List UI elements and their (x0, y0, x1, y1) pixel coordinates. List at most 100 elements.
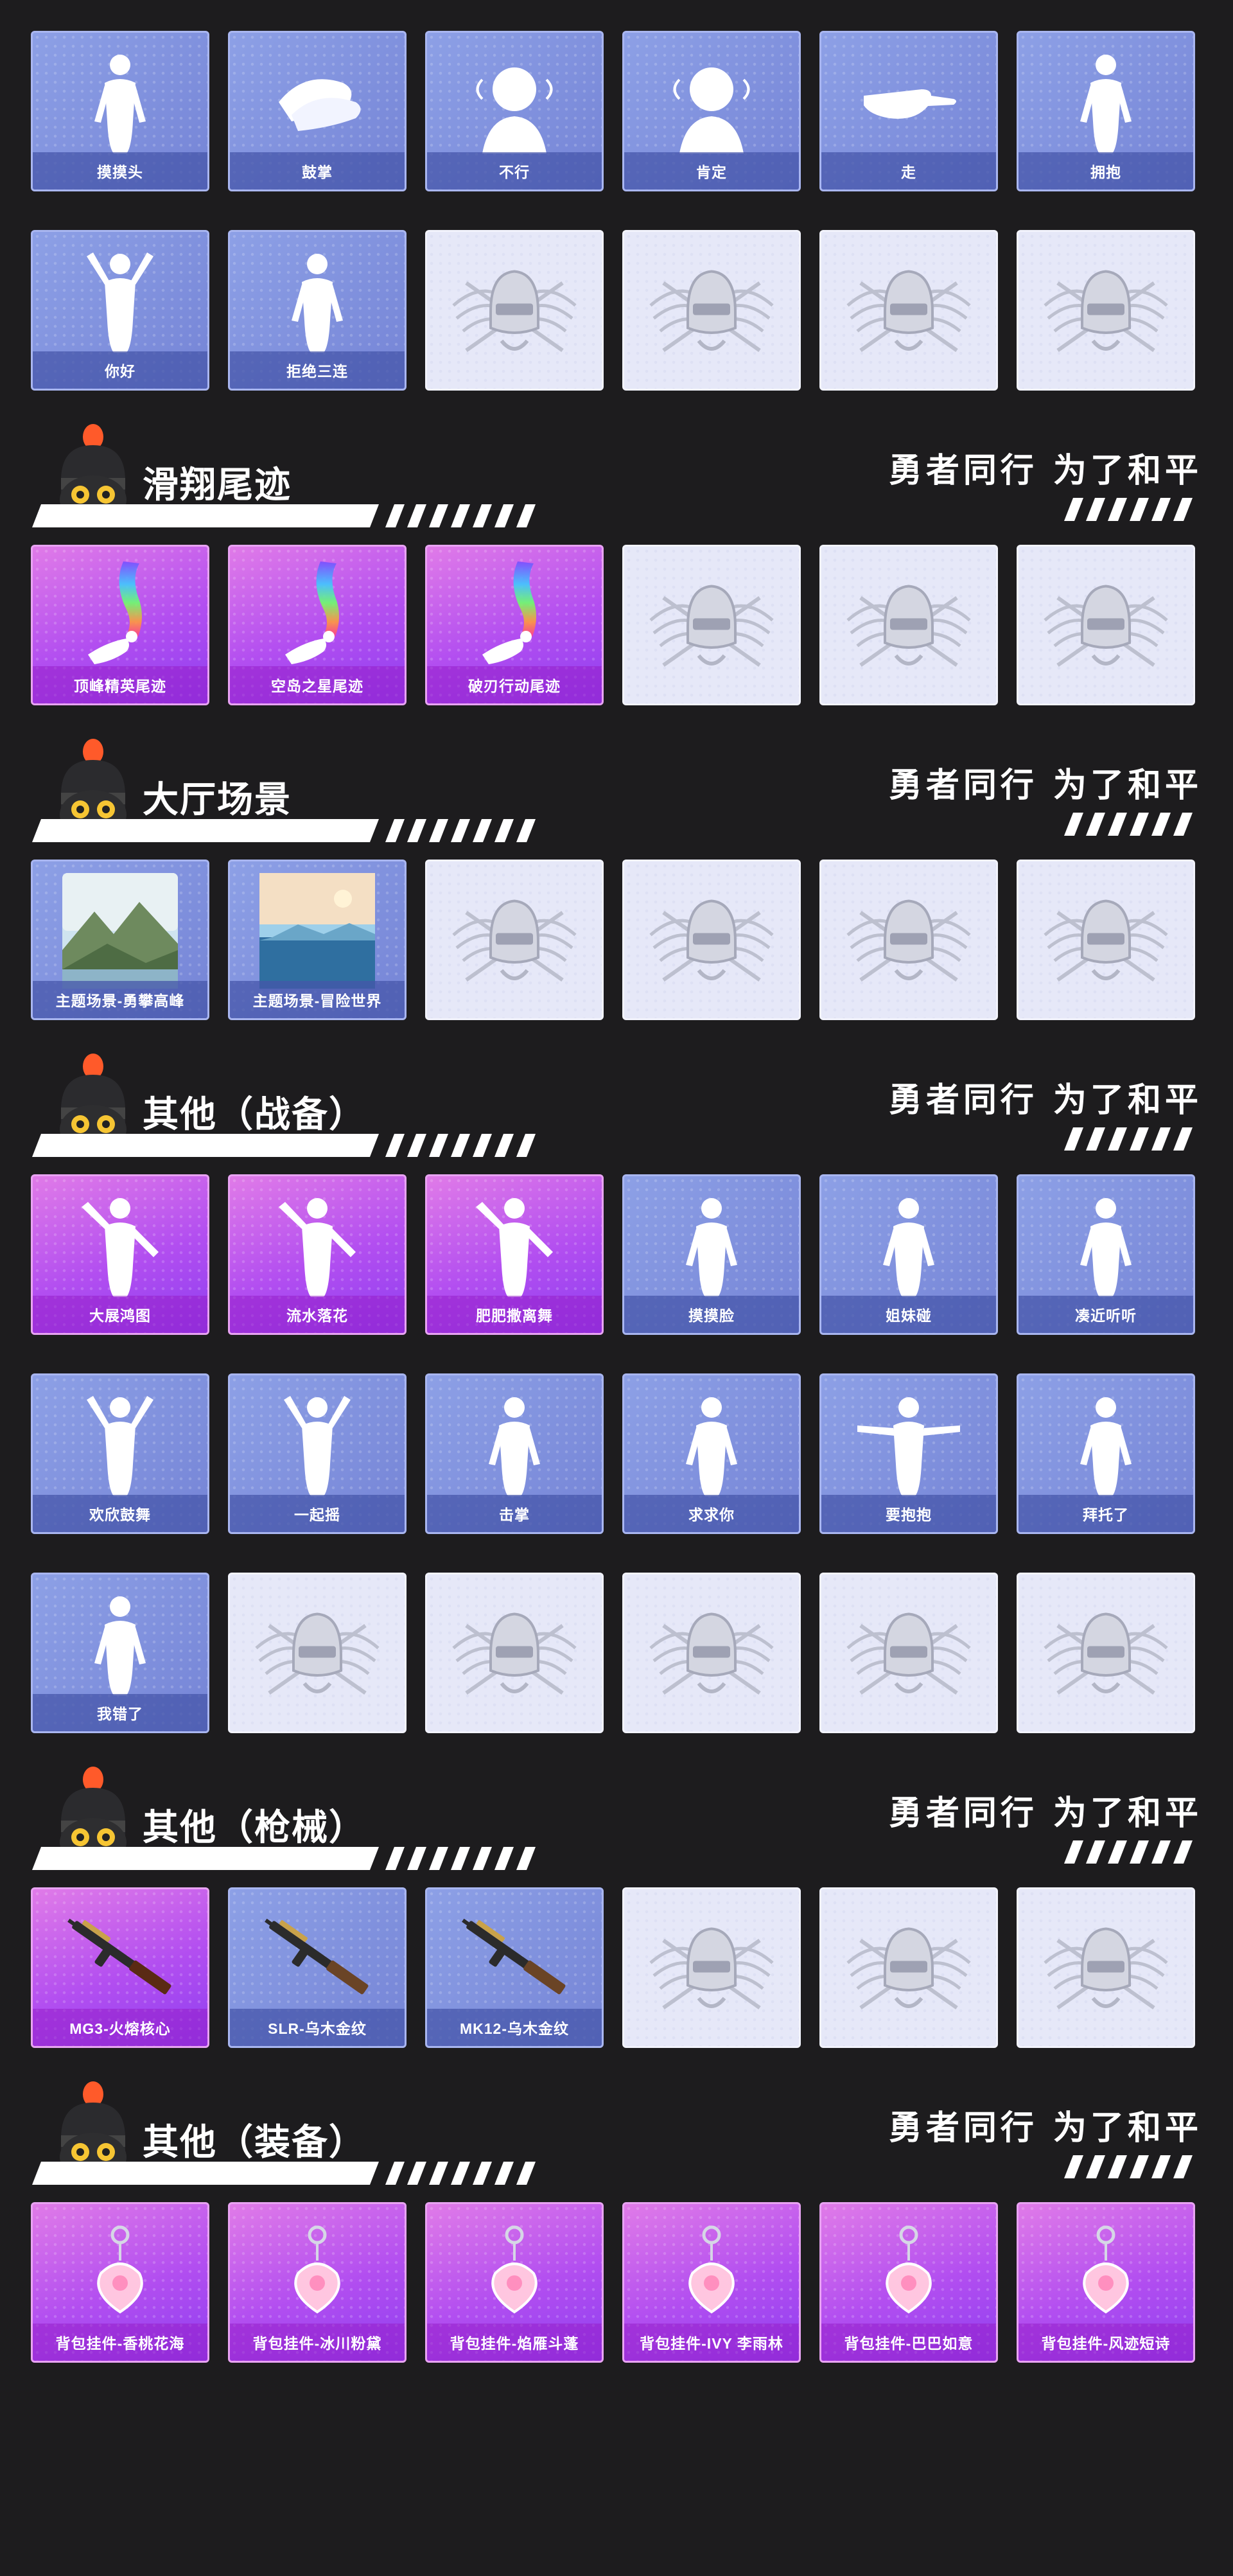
emote-figure-icon (62, 44, 178, 157)
reward-card[interactable]: 鼓掌 (228, 31, 407, 191)
reward-label: 姐妹碰 (821, 1296, 996, 1333)
locked-reward-slot[interactable] (622, 1887, 801, 2048)
reward-label: 主题场景-冒险世界 (230, 981, 405, 1018)
reward-card[interactable]: 拥抱 (1017, 31, 1195, 191)
section-slogan: 勇者同行 为了和平 (888, 452, 1202, 490)
reward-card[interactable]: 主题场景-勇攀高峰 (31, 860, 209, 1020)
waving-figure-icon (62, 243, 178, 356)
reward-label: 大展鸿图 (33, 1296, 207, 1333)
reward-label: 拜托了 (1019, 1495, 1193, 1532)
reward-row: 我错了 (31, 1573, 1202, 1733)
reward-card[interactable]: 背包挂件-冰川粉黛 (228, 2202, 407, 2363)
reward-card[interactable]: 顶峰精英尾迹 (31, 545, 209, 705)
emote-figure-icon (851, 1188, 966, 1300)
reward-card[interactable]: 摸摸头 (31, 31, 209, 191)
reward-card[interactable]: 求求你 (622, 1373, 801, 1534)
reward-card[interactable]: 背包挂件-焰雁斗蓬 (425, 2202, 604, 2363)
mountain-scene-icon (62, 873, 178, 992)
reward-card[interactable]: 肥肥撒离舞 (425, 1174, 604, 1335)
section-header: 滑翔尾迹 勇者同行 为了和平 (0, 416, 1233, 532)
reward-card[interactable]: 一起摇 (228, 1373, 407, 1534)
clapping-hands-icon (259, 44, 375, 157)
locked-reward-slot[interactable] (1017, 1887, 1195, 2048)
reward-card[interactable]: 你好 (31, 230, 209, 391)
reward-card[interactable]: 背包挂件-香桃花海 (31, 2202, 209, 2363)
reward-card[interactable]: 肯定 (622, 31, 801, 191)
pubg-helmet-emblem-icon (1032, 245, 1180, 376)
reward-label: 鼓掌 (230, 152, 405, 190)
locked-reward-slot[interactable] (622, 1573, 801, 1733)
locked-reward-slot[interactable] (819, 545, 998, 705)
locked-reward-slot[interactable] (1017, 1573, 1195, 1733)
reward-card[interactable]: 击掌 (425, 1373, 604, 1534)
reward-card[interactable]: SLR-乌木金纹 (228, 1887, 407, 2048)
reward-label: 一起摇 (230, 1495, 405, 1532)
pubg-helmet-emblem-icon (1032, 1587, 1180, 1719)
locked-reward-slot[interactable] (425, 1573, 604, 1733)
locked-reward-slot[interactable] (819, 1573, 998, 1733)
backpack-charm-icon (62, 2216, 178, 2334)
reward-row: 你好 拒绝三连 (31, 230, 1202, 391)
reward-card[interactable]: 主题场景-冒险世界 (228, 860, 407, 1020)
section-slogan: 勇者同行 为了和平 (888, 1081, 1202, 1120)
reward-label: 走 (821, 152, 996, 190)
reward-card[interactable]: 凑近听听 (1017, 1174, 1195, 1335)
section-title-stripe (32, 1133, 539, 1158)
reward-card[interactable]: 走 (819, 31, 998, 191)
rainbow-trail-icon (259, 558, 375, 674)
reward-card[interactable]: 不行 (425, 31, 604, 191)
pubg-helmet-emblem-icon (1032, 1902, 1180, 2034)
reward-label: 拒绝三连 (230, 351, 405, 389)
reward-card[interactable]: 背包挂件-风迹短诗 (1017, 2202, 1195, 2363)
machine-gun-icon (56, 1901, 184, 2020)
locked-reward-slot[interactable] (1017, 545, 1195, 705)
reward-label: 欢欣鼓舞 (33, 1495, 207, 1532)
locked-reward-slot[interactable] (819, 860, 998, 1020)
emote-figure-icon (1048, 1387, 1164, 1499)
emote-figure-icon (1048, 1188, 1164, 1300)
pubg-helmet-emblem-icon (1032, 874, 1180, 1006)
section-title-stripe (32, 503, 539, 529)
rainbow-trail-icon (62, 558, 178, 674)
reward-label: 拥抱 (1019, 152, 1193, 190)
reward-card[interactable]: 欢欣鼓舞 (31, 1373, 209, 1534)
pubg-helmet-emblem-icon (441, 1587, 588, 1719)
locked-reward-slot[interactable] (425, 230, 604, 391)
reward-card[interactable]: 摸摸脸 (622, 1174, 801, 1335)
locked-reward-slot[interactable] (1017, 230, 1195, 391)
reward-label: 背包挂件-巴巴如意 (821, 2324, 996, 2361)
reward-card[interactable]: 背包挂件-IVY 李雨林 (622, 2202, 801, 2363)
dancing-figure-icon (62, 1188, 178, 1300)
locked-reward-slot[interactable] (819, 230, 998, 391)
backpack-charm-icon (259, 2216, 375, 2334)
pubg-helmet-emblem-icon (835, 245, 983, 376)
reward-label: 肯定 (624, 152, 799, 190)
reward-card[interactable]: 姐妹碰 (819, 1174, 998, 1335)
section-slogan: 勇者同行 为了和平 (888, 2109, 1202, 2148)
reward-card[interactable]: 破刃行动尾迹 (425, 545, 604, 705)
emote-figure-icon (457, 1387, 572, 1499)
reward-card[interactable]: 空岛之星尾迹 (228, 545, 407, 705)
reward-card[interactable]: 背包挂件-巴巴如意 (819, 2202, 998, 2363)
reward-label: 背包挂件-香桃花海 (33, 2324, 207, 2361)
reward-card[interactable]: MG3-火熔核心 (31, 1887, 209, 2048)
reward-card[interactable]: 拒绝三连 (228, 230, 407, 391)
locked-reward-slot[interactable] (819, 1887, 998, 2048)
pubg-helmet-emblem-icon (835, 1587, 983, 1719)
locked-reward-slot[interactable] (1017, 860, 1195, 1020)
reward-card[interactable]: 大展鸿图 (31, 1174, 209, 1335)
locked-reward-slot[interactable] (622, 860, 801, 1020)
reward-label: 凑近听听 (1019, 1296, 1193, 1333)
rifle-icon (253, 1901, 381, 2020)
reward-card[interactable]: 拜托了 (1017, 1373, 1195, 1534)
locked-reward-slot[interactable] (622, 545, 801, 705)
locked-reward-slot[interactable] (228, 1573, 407, 1733)
reward-card[interactable]: 流水落花 (228, 1174, 407, 1335)
reward-card[interactable]: 我错了 (31, 1573, 209, 1733)
reward-card[interactable]: MK12-乌木金纹 (425, 1887, 604, 2048)
locked-reward-slot[interactable] (622, 230, 801, 391)
section-title-stripe (32, 818, 539, 843)
reward-card[interactable]: 要抱抱 (819, 1373, 998, 1534)
reward-row: 摸摸头 鼓掌 不行 肯定走 拥抱 (31, 31, 1202, 191)
locked-reward-slot[interactable] (425, 860, 604, 1020)
